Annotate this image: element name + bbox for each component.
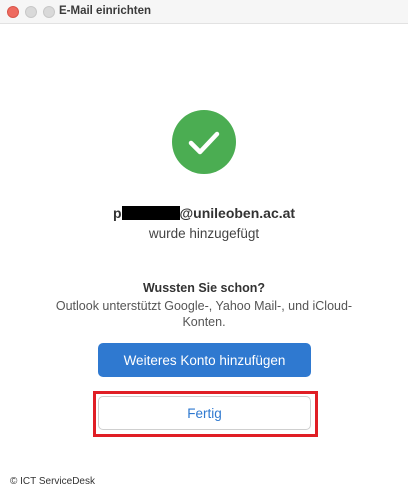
email-domain: @unileoben.ac.at (179, 205, 296, 221)
title-bar: E-Mail einrichten (0, 0, 408, 24)
email-setup-window: E-Mail einrichten p @unileoben.ac.at wurd… (0, 0, 408, 500)
add-another-account-button[interactable]: Weiteres Konto hinzufügen (98, 343, 311, 377)
email-prefix: p (112, 205, 122, 221)
done-button[interactable]: Fertig (98, 396, 311, 430)
tip-heading: Wussten Sie schon? (142, 281, 265, 295)
email-redaction-bar (121, 206, 180, 220)
account-added-message: wurde hinzugefügt (148, 226, 260, 241)
close-window-button[interactable] (7, 6, 19, 18)
tip-body: Outlook unterstützt Google-, Yahoo Mail-… (55, 299, 353, 329)
minimize-window-button[interactable] (25, 6, 37, 18)
footer-copyright: © ICT ServiceDesk (10, 476, 95, 487)
success-checkmark-icon (172, 110, 236, 174)
account-email: p @unileoben.ac.at (0, 205, 408, 221)
window-title: E-Mail einrichten (59, 5, 152, 17)
zoom-window-button[interactable] (43, 6, 55, 18)
